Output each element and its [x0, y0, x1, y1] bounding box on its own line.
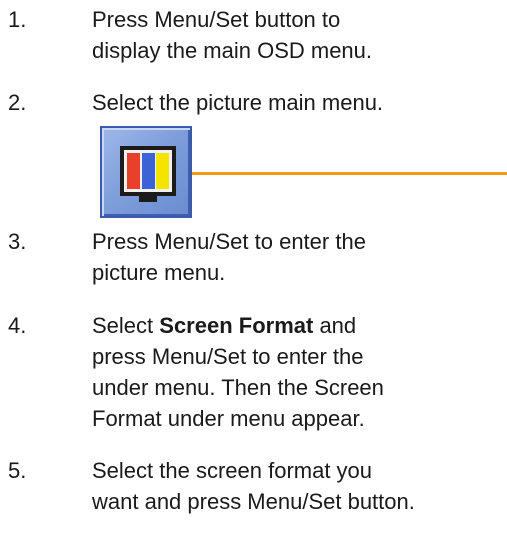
picture-menu-icon	[100, 126, 192, 218]
picture-menu-figure	[100, 126, 507, 218]
step-text: Press Menu/Set to enter the picture menu…	[92, 226, 502, 288]
step-line: press Menu/Set to enter the	[92, 344, 364, 369]
tv-color-bars-icon	[120, 146, 176, 202]
color-bar-red	[127, 153, 140, 189]
step-line: Format under menu appear.	[92, 406, 365, 431]
step-line: picture menu.	[92, 260, 226, 285]
tv-stand	[139, 196, 157, 202]
color-bar-blue	[142, 153, 155, 189]
step-line: Select Screen Format and	[92, 310, 502, 341]
step-number: 2.	[8, 90, 27, 115]
step-line: Press Menu/Set button to	[92, 7, 341, 32]
step-number: 1.	[8, 7, 27, 32]
step-text: Select the picture main menu.	[92, 87, 502, 118]
step-line: Select the picture main menu.	[92, 90, 384, 115]
color-bar-yellow	[156, 153, 169, 189]
step-tail: and	[313, 313, 357, 338]
step-line: want and press Menu/Set button.	[92, 489, 415, 514]
step-text: Press Menu/Set button to display the mai…	[92, 4, 502, 66]
step-line: Press Menu/Set to enter the	[92, 229, 366, 254]
step-line: Select the screen format you	[92, 458, 373, 483]
step-text: Select the screen format you want and pr…	[92, 455, 502, 517]
step-line: display the main OSD menu.	[92, 38, 373, 63]
screen-format-label: Screen Format	[159, 313, 314, 338]
step-number: 4.	[8, 313, 27, 338]
step-number: 3.	[8, 229, 27, 254]
step-text: Select Screen Format and press Menu/Set …	[92, 310, 502, 434]
step-line: under menu. Then the Screen	[92, 375, 384, 400]
callout-line	[192, 172, 507, 175]
step-lead: Select	[92, 313, 160, 338]
step-number: 5.	[8, 458, 27, 483]
